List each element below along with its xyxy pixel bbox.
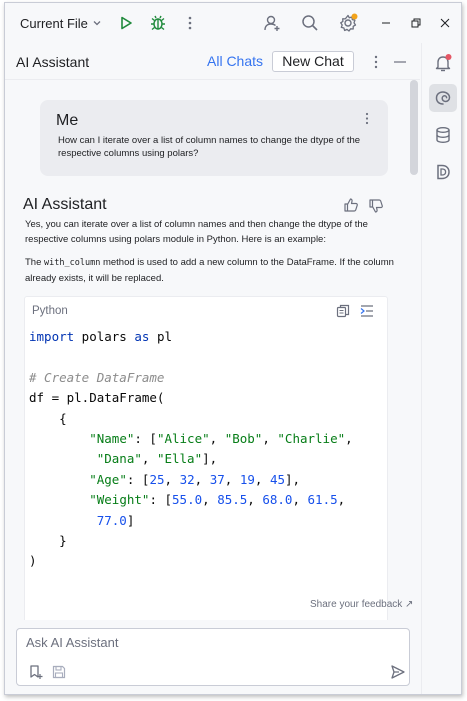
run-config-selector[interactable]: Current File — [20, 16, 102, 31]
restore-icon[interactable] — [406, 13, 426, 33]
tool-window-header: AI Assistant All Chats New Chat — [5, 44, 420, 80]
notifications-icon[interactable] — [429, 49, 457, 77]
prompt-input-box — [16, 628, 410, 686]
search-icon[interactable] — [300, 13, 320, 33]
right-tool-stripe — [421, 43, 461, 694]
insert-code-icon[interactable] — [360, 304, 374, 318]
chat-content[interactable]: Me How can I iterate over a list of colu… — [5, 80, 420, 620]
code-line: 77.0] — [96, 512, 135, 528]
settings-icon[interactable] — [338, 13, 358, 33]
code-line: # Create DataFrame — [29, 369, 165, 385]
attach-context-icon[interactable] — [28, 664, 44, 685]
title-bar: Current File — [5, 3, 461, 43]
ask-ai-input[interactable] — [17, 629, 409, 655]
new-chat-button[interactable]: New Chat — [272, 51, 354, 72]
debug-icon[interactable] — [148, 13, 168, 33]
more-vertical-icon[interactable] — [180, 13, 200, 33]
database-icon[interactable] — [429, 121, 457, 149]
run-config-label: Current File — [20, 15, 88, 31]
run-icon[interactable] — [116, 13, 136, 33]
code-block: Python import polars as pl # Create Data… — [24, 296, 388, 620]
assistant-paragraph-1: Yes, you can iterate over a list of colu… — [25, 219, 368, 245]
code-line: ) — [29, 553, 37, 569]
inline-code: with_column — [44, 258, 101, 268]
share-feedback-link[interactable]: Share your feedback ↗ — [310, 599, 413, 610]
user-message-bubble: Me How can I iterate over a list of colu… — [40, 100, 388, 176]
close-icon[interactable] — [435, 13, 455, 33]
code-language-label: Python — [32, 305, 68, 317]
chevron-down-icon — [93, 21, 101, 26]
ide-window: Current File AI Assistant All Chats New … — [4, 2, 462, 695]
save-prompt-icon[interactable] — [52, 665, 66, 684]
user-author-name: Me — [56, 112, 79, 129]
paragraph-2-prefix: The — [25, 257, 45, 268]
tool-window-title: AI Assistant — [16, 53, 90, 70]
d-plugin-icon[interactable] — [429, 158, 457, 186]
minimize-icon[interactable] — [376, 13, 396, 33]
message-options-icon[interactable] — [365, 112, 369, 130]
share-feedback-label: Share your feedback ↗ — [310, 599, 414, 610]
code-line: df = pl.DataFrame( — [29, 390, 165, 406]
user-message-text: How can I iterate over a list of column … — [58, 135, 361, 159]
code-lines: import polars as pl # Create DataFrame d… — [29, 327, 353, 572]
send-icon[interactable] — [390, 664, 406, 685]
all-chats-link[interactable]: All Chats — [207, 53, 263, 69]
code-line: "Dana", "Ella"], — [96, 451, 218, 467]
assistant-paragraph-2: The with_column method is used to add a … — [25, 255, 395, 286]
code-line: import polars as pl — [29, 329, 173, 344]
copy-code-icon[interactable] — [336, 304, 350, 318]
assistant-author-name: AI Assistant — [23, 196, 107, 213]
code-line: "Age": [25, 32, 37, 19, 45], — [89, 471, 301, 487]
add-user-icon[interactable] — [262, 13, 282, 33]
code-line: { — [29, 410, 67, 426]
code-line: } — [29, 532, 67, 548]
tool-window-options-icon[interactable] — [371, 54, 381, 70]
chat-scrollbar-thumb[interactable] — [410, 80, 418, 175]
hide-tool-window-icon[interactable] — [393, 54, 407, 70]
thumbs-up-icon[interactable] — [343, 197, 359, 218]
code-line: "Weight": [55.0, 85.5, 68.0, 61.5, — [89, 492, 346, 508]
thumbs-down-icon[interactable] — [368, 198, 384, 219]
ai-assistant-icon[interactable] — [429, 84, 457, 112]
code-line: "Name": ["Alice", "Bob", "Charlie", — [89, 430, 353, 446]
